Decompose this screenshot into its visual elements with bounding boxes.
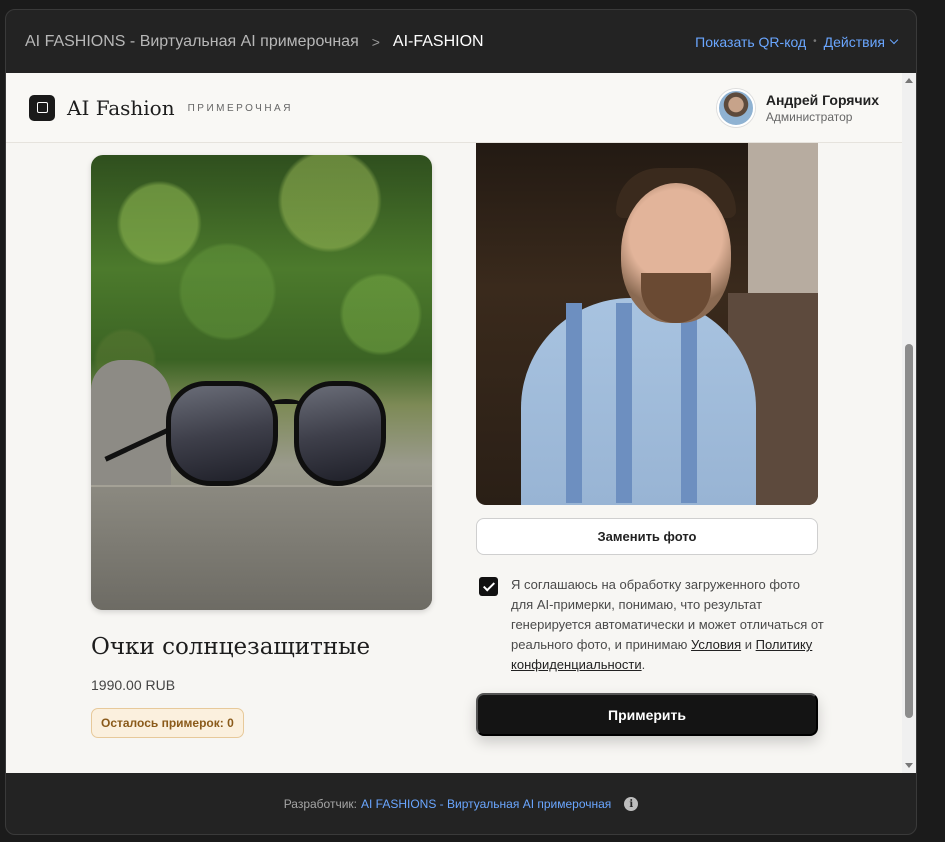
app-window: AI FASHIONS - Виртуальная AI примерочная… (5, 9, 917, 835)
consent-and: и (744, 637, 752, 652)
consent-block: Я соглашаюсь на обработку загруженного ф… (479, 575, 824, 675)
developer-link[interactable]: AI FASHIONS - Виртуальная AI примерочная (361, 797, 611, 811)
check-icon (482, 578, 495, 592)
scroll-down-icon[interactable] (905, 763, 913, 768)
tries-left-badge: Осталось примерок: 0 (91, 708, 244, 738)
page-viewport: AI Fashion ПРИМЕРОЧНАЯ Андрей Горячих Ад… (6, 73, 916, 773)
app-header: AI Fashion ПРИМЕРОЧНАЯ Андрей Горячих Ад… (6, 73, 902, 143)
consent-checkbox[interactable] (479, 577, 498, 596)
actions-menu[interactable]: Действия (824, 34, 885, 50)
scrollbar[interactable] (902, 73, 916, 773)
show-qr-link[interactable]: Показать QR-код (695, 34, 806, 50)
breadcrumb-current: AI-FASHION (392, 32, 484, 50)
scroll-up-icon[interactable] (905, 78, 913, 83)
scroll-thumb[interactable] (905, 344, 913, 718)
chevron-down-icon[interactable] (889, 35, 899, 44)
sunglasses-image (104, 381, 391, 491)
user-name: Андрей Горячих (765, 91, 879, 108)
breadcrumb-app[interactable]: AI FASHIONS - Виртуальная AI примерочная (25, 33, 359, 51)
separator-dot: • (813, 36, 817, 47)
square-logo-icon[interactable] (29, 94, 55, 121)
user-role: Администратор (765, 109, 853, 124)
product-title: Очки солнцезащитные (91, 634, 371, 660)
top-bar: AI FASHIONS - Виртуальная AI примерочная… (6, 10, 916, 73)
brand-name[interactable]: AI Fashion (67, 96, 175, 120)
terms-link[interactable]: Условия (691, 637, 741, 652)
user-photo (476, 143, 818, 505)
brand-subtitle: ПРИМЕРОЧНАЯ (187, 103, 293, 114)
try-on-button[interactable]: Примерить (476, 693, 818, 736)
top-actions: Показать QR-код • Действия (695, 34, 899, 50)
avatar[interactable] (716, 88, 755, 127)
consent-text: Я соглашаюсь на обработку загруженного ф… (511, 575, 824, 675)
developer-label: Разработчик: (283, 797, 357, 811)
footer: Разработчик: AI FASHIONS - Виртуальная A… (6, 773, 916, 834)
product-image (91, 155, 432, 610)
replace-photo-button[interactable]: Заменить фото (476, 518, 818, 555)
user-profile[interactable]: Андрей Горячих Администратор (716, 88, 879, 127)
info-icon[interactable]: i (624, 797, 639, 811)
consent-end: . (641, 657, 646, 672)
product-price: 1990.00 RUB (91, 677, 176, 693)
breadcrumb-separator-icon: > (371, 33, 380, 50)
